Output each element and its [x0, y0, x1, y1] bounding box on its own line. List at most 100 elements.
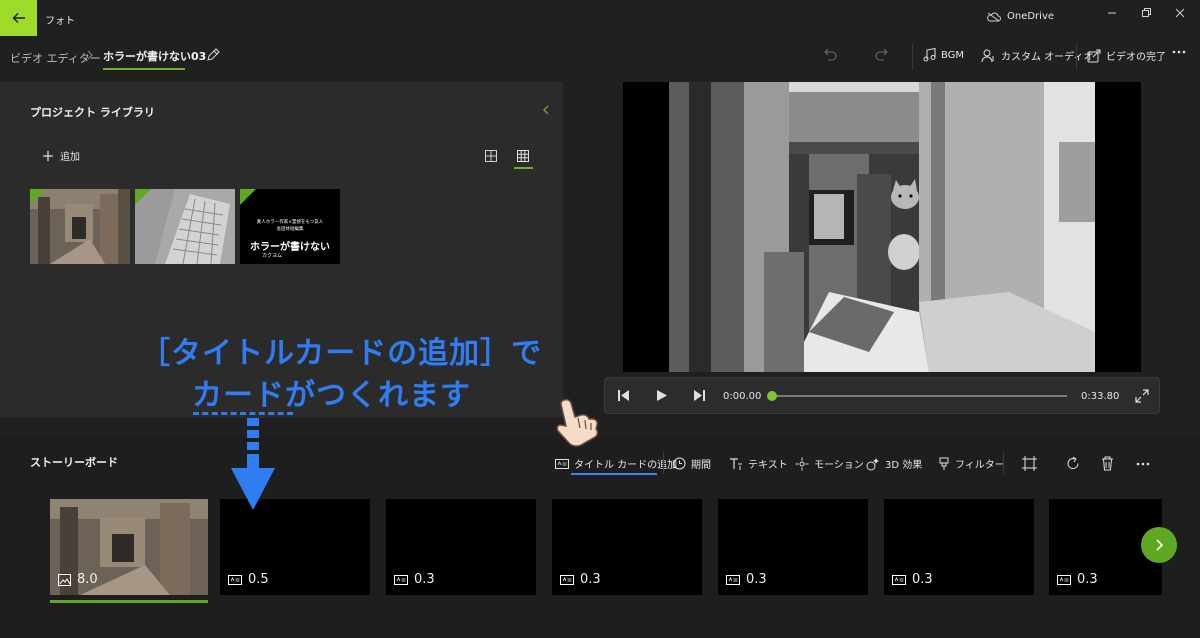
effects-3d-button[interactable]: 3D 効果 — [866, 456, 922, 471]
clip-duration: 0.3 — [1057, 572, 1098, 587]
divider — [663, 452, 664, 474]
title-card-icon — [560, 574, 574, 585]
title-bar: フォト OneDrive — [0, 0, 1200, 36]
courtyard-cat-photo — [669, 82, 1095, 372]
clip-duration-value: 0.5 — [248, 572, 269, 587]
divider — [912, 44, 913, 70]
clip-duration-value: 0.3 — [912, 572, 933, 587]
minimize-button[interactable] — [1097, 4, 1127, 22]
title-card-icon — [228, 574, 242, 585]
crop-icon[interactable] — [1022, 456, 1037, 471]
storyboard-clip[interactable]: 0.3 — [884, 499, 1034, 595]
previous-frame-icon[interactable] — [617, 389, 631, 402]
clip-duration: 8.0 — [58, 572, 98, 587]
storyboard-clip[interactable]: 0.5 — [220, 499, 370, 595]
export-icon — [1087, 49, 1101, 62]
storyboard-clip[interactable]: 8.0 — [50, 499, 208, 595]
redo-icon[interactable] — [874, 47, 890, 61]
divider — [1076, 44, 1077, 70]
finish-video-button[interactable]: ビデオの完了 — [1087, 48, 1166, 63]
more-icon[interactable] — [1136, 462, 1150, 466]
more-icon[interactable] — [1172, 50, 1186, 54]
project-name[interactable]: ホラーが書けない03 — [103, 48, 206, 64]
fullscreen-icon[interactable] — [1135, 389, 1149, 403]
undo-icon[interactable] — [822, 47, 838, 61]
title-card-subtitle: 素人ホラー作家×霊感をもつ友人 会話体短編集 — [240, 219, 340, 233]
image-icon — [58, 573, 71, 586]
cloud-off-icon — [987, 12, 1001, 21]
rotate-icon[interactable] — [1066, 456, 1081, 471]
total-time: 0:33.80 — [1081, 391, 1120, 402]
clip-duration-value: 0.3 — [746, 572, 767, 587]
clip-duration: 0.5 — [228, 572, 269, 587]
large-grid-icon[interactable] — [484, 149, 498, 163]
text-icon — [730, 458, 742, 470]
used-marker — [30, 189, 46, 205]
duration-label: 期間 — [691, 460, 711, 471]
pencil-icon[interactable] — [205, 47, 221, 63]
play-icon[interactable] — [656, 389, 668, 402]
clip-duration-value: 0.3 — [1077, 572, 1098, 587]
bgm-label: BGM — [941, 49, 965, 61]
command-bar: ビデオ エディター ホラーが書けない03 BGM カスタム オーディオ ビデオの… — [0, 36, 1200, 78]
title-card-icon — [555, 458, 569, 469]
app-name: フォト — [45, 16, 75, 27]
title-card-icon — [394, 574, 408, 585]
text-label: テキスト — [748, 460, 788, 471]
close-icon — [1175, 8, 1185, 18]
motion-label: モーション — [814, 460, 864, 471]
small-grid-icon[interactable] — [516, 149, 530, 163]
selected-clip-indicator — [50, 600, 208, 603]
add-title-card-button[interactable]: タイトル カードの追加 — [555, 456, 677, 471]
music-note-icon — [923, 48, 936, 62]
annotation-underline — [193, 412, 293, 415]
library-item[interactable] — [30, 189, 130, 264]
motion-icon — [795, 457, 809, 470]
restore-icon — [1142, 8, 1151, 17]
chevron-right-icon — [1156, 539, 1164, 551]
library-title: プロジェクト ライブラリ — [30, 106, 155, 119]
restore-button[interactable] — [1131, 4, 1161, 22]
library-item[interactable]: 素人ホラー作家×霊感をもつ友人 会話体短編集 ホラーが書けない カクヨム — [240, 189, 340, 264]
chevron-left-icon[interactable] — [541, 104, 551, 116]
arrow-left-icon — [12, 13, 25, 23]
add-media-button[interactable]: 追加 — [42, 148, 80, 163]
current-time: 0:00.00 — [723, 391, 762, 402]
bgm-button[interactable]: BGM — [923, 48, 964, 62]
motion-button[interactable]: モーション — [795, 456, 864, 471]
title-card-footer: カクヨム — [262, 253, 283, 259]
library-item[interactable] — [135, 189, 235, 264]
text-button[interactable]: テキスト — [729, 456, 788, 471]
close-button[interactable] — [1165, 4, 1195, 22]
clock-icon — [673, 457, 686, 470]
onedrive-label: OneDrive — [1007, 11, 1055, 22]
title-card-line1: 素人ホラー作家×霊感をもつ友人 — [256, 220, 324, 225]
scroll-right-button[interactable] — [1141, 527, 1177, 563]
storyboard-clip[interactable]: 0.3 — [718, 499, 868, 595]
duration-button[interactable]: 期間 — [673, 456, 711, 471]
filters-button[interactable]: フィルター — [938, 456, 1005, 471]
plus-icon — [43, 150, 53, 161]
preview-frame — [669, 82, 1095, 372]
divider — [1003, 452, 1004, 474]
used-marker — [240, 189, 256, 205]
pointing-hand-icon — [556, 399, 599, 447]
storyboard-clip[interactable]: 0.3 — [386, 499, 536, 595]
next-frame-icon[interactable] — [692, 389, 706, 402]
clip-duration: 0.3 — [726, 572, 767, 587]
storyboard-clip[interactable]: 0.3 — [552, 499, 702, 595]
effects-3d-label: 3D 効果 — [885, 460, 923, 471]
onedrive-status[interactable]: OneDrive — [986, 11, 1054, 22]
seek-thumb[interactable] — [767, 391, 777, 401]
back-button[interactable] — [0, 0, 37, 36]
title-card-icon — [892, 574, 906, 585]
finish-video-label: ビデオの完了 — [1106, 52, 1166, 63]
annotation-line2: カードがつくれます — [192, 378, 471, 413]
clip-duration-value: 8.0 — [77, 572, 98, 587]
view-selected-indicator — [514, 167, 533, 169]
storyboard: ストーリーボード タイトル カードの追加 期間 テキスト モーション 3D 効果… — [0, 437, 1200, 638]
clip-duration: 0.3 — [394, 572, 435, 587]
title-card-title: ホラーが書けない — [250, 242, 330, 253]
trash-icon[interactable] — [1101, 456, 1114, 471]
seek-bar[interactable] — [771, 395, 1067, 397]
